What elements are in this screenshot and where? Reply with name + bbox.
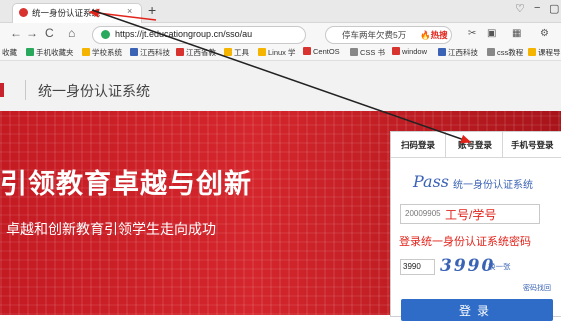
- annotation-arrows: [88, 8, 472, 144]
- annotation-arrow: [91, 9, 472, 144]
